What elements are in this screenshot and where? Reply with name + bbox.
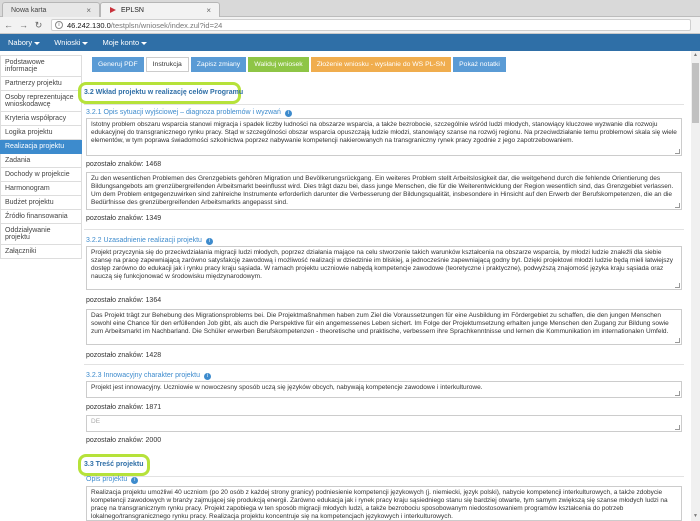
- subsection-title-text: 3.2.3 Innowacyjny charakter projektu: [86, 372, 201, 379]
- resize-grip-icon[interactable]: [675, 391, 680, 396]
- sidebar-item-oddzialywanie[interactable]: Oddziaływanie projektu: [0, 224, 82, 245]
- resize-grip-icon[interactable]: [675, 338, 680, 343]
- subsection-title-text: 3.2.2 Uzasadnienie realizacji projektu: [86, 237, 202, 244]
- section-title-3-2: 3.2 Wkład projektu w realizację celów Pr…: [84, 89, 244, 96]
- textarea-3-2-1-de[interactable]: Zu den wesentlichen Problemen des Grenzg…: [86, 172, 682, 210]
- resize-grip-icon[interactable]: [675, 203, 680, 208]
- sidebar-item-osoby-reprezentujace[interactable]: Osoby reprezentujące wnioskodawcę: [0, 91, 82, 112]
- remaining-chars: pozostało znaków: 1871: [86, 404, 162, 411]
- subsection-title-3-2-1: 3.2.1 Opis sytuacji wyjściowej – diagnoz…: [86, 109, 292, 117]
- divider: [84, 476, 684, 477]
- textarea-3-2-3-de[interactable]: DE: [86, 415, 682, 432]
- remaining-chars: pozostało znaków: 2000: [86, 437, 162, 444]
- caret-down-icon: [82, 41, 89, 45]
- instruction-button[interactable]: Instrukcja: [145, 57, 189, 72]
- browser-tab-new[interactable]: Nowa karta ×: [2, 2, 100, 17]
- textarea-content: Projekt przyczynia się do przeciwdziałan…: [91, 249, 674, 280]
- divider: [84, 229, 684, 230]
- subsection-title-3-2-3: 3.2.3 Innowacyjny charakter projektu i: [86, 372, 212, 380]
- close-icon[interactable]: ×: [206, 6, 211, 15]
- info-icon[interactable]: i: [55, 21, 63, 29]
- tab-label: EPLSN: [121, 6, 144, 14]
- forward-icon[interactable]: →: [17, 20, 30, 30]
- section-title-3-3: 3.3 Treść projektu: [84, 461, 144, 468]
- menu-label: Moje konto: [102, 38, 140, 47]
- textarea-content: Zu den wesentlichen Problemen des Grenzg…: [91, 175, 674, 206]
- validate-button[interactable]: Waliduj wniosek: [248, 57, 309, 72]
- divider: [84, 104, 684, 105]
- caret-down-icon: [34, 41, 41, 45]
- menu-label: Nabory: [8, 38, 33, 47]
- url-host: 46.242.130.0: [67, 20, 111, 30]
- menu-label: Wnioski: [54, 38, 81, 47]
- show-notes-button[interactable]: Pokaż notatki: [453, 57, 506, 72]
- scroll-up-icon[interactable]: ▲: [691, 51, 700, 60]
- textarea-3-2-3-pl[interactable]: Projekt jest innowacyjny. Uczniowie w no…: [86, 381, 682, 398]
- browser-addressbar: ← → ↻ i 46.242.130.0/testplsn/wniosek/in…: [0, 17, 700, 34]
- submit-application-button[interactable]: Złożenie wniosku - wysłanie do WS PL-SN: [310, 57, 452, 72]
- textarea-content: Das Projekt trägt zur Behebung des Migra…: [91, 312, 669, 335]
- remaining-chars: pozostało znaków: 1364: [86, 297, 162, 304]
- browser-tab-eplsn[interactable]: EPLSN ×: [100, 2, 220, 17]
- info-icon[interactable]: i: [204, 373, 212, 380]
- textarea-placeholder: DE: [91, 418, 101, 425]
- sidebar-item-zadania[interactable]: Zadania: [0, 154, 82, 168]
- remaining-chars: pozostało znaków: 1349: [86, 215, 162, 222]
- sidebar-item-budzet[interactable]: Budżet projektu: [0, 196, 82, 210]
- favicon-icon: [110, 7, 116, 13]
- browser-tabbar: Nowa karta × EPLSN ×: [0, 0, 700, 17]
- url-input[interactable]: i 46.242.130.0/testplsn/wniosek/index.zu…: [51, 19, 691, 31]
- sidebar-item-partnerzy-projektu[interactable]: Partnerzy projektu: [0, 77, 82, 91]
- info-icon[interactable]: i: [131, 477, 139, 484]
- textarea-content: Realizacja projektu umożliwi 40 uczniom …: [91, 489, 668, 520]
- scroll-down-icon[interactable]: ▼: [691, 512, 700, 521]
- resize-grip-icon[interactable]: [675, 283, 680, 288]
- textarea-3-2-2-pl[interactable]: Projekt przyczynia się do przeciwdziałan…: [86, 246, 682, 290]
- close-icon[interactable]: ×: [86, 6, 91, 15]
- subsection-title-text: Opis projektu: [86, 476, 128, 483]
- generate-pdf-button[interactable]: Generuj PDF: [92, 57, 144, 72]
- remaining-chars: pozostało znaków: 1428: [86, 352, 162, 359]
- info-icon[interactable]: i: [205, 238, 213, 245]
- save-button[interactable]: Zapisz zmiany: [190, 57, 247, 72]
- resize-grip-icon[interactable]: [675, 149, 680, 154]
- textarea-content: Projekt jest innowacyjny. Uczniowie w no…: [91, 384, 483, 391]
- tab-label: Nowa karta: [11, 6, 47, 14]
- sidebar-item-realizacja-projektu[interactable]: Realizacja projektu: [0, 140, 82, 154]
- url-path: /testplsn/wniosek/index.zul?id=24: [110, 20, 223, 30]
- menu-nabory[interactable]: Nabory: [8, 38, 41, 47]
- menu-moje-konto[interactable]: Moje konto: [102, 38, 148, 47]
- sidebar-item-harmonogram[interactable]: Harmonogram: [0, 182, 82, 196]
- textarea-3-3-pl[interactable]: Realizacja projektu umożliwi 40 uczniom …: [86, 486, 682, 521]
- remaining-chars: pozostało znaków: 1468: [86, 161, 162, 168]
- divider: [84, 364, 684, 365]
- subsection-title-text: 3.2.1 Opis sytuacji wyjściowej – diagnoz…: [86, 109, 281, 116]
- textarea-3-2-1-pl[interactable]: Istotny problem obszaru wsparcia stanowi…: [86, 118, 682, 156]
- sidebar-item-logika-projektu[interactable]: Logika projektu: [0, 126, 82, 140]
- subsection-title-opis: Opis projektu i: [86, 476, 139, 484]
- back-icon[interactable]: ←: [2, 20, 15, 30]
- info-icon[interactable]: i: [284, 110, 292, 117]
- sidebar: Podstawowe informacje Partnerzy projektu…: [0, 55, 82, 259]
- sidebar-item-zalaczniki[interactable]: Załączniki: [0, 245, 82, 259]
- app-navbar: Nabory Wnioski Moje konto: [0, 34, 700, 51]
- sidebar-item-podstawowe-informacje[interactable]: Podstawowe informacje: [0, 55, 82, 77]
- sidebar-item-dochody[interactable]: Dochody w projekcie: [0, 168, 82, 182]
- scrollbar-thumb[interactable]: [692, 63, 699, 123]
- resize-grip-icon[interactable]: [675, 425, 680, 430]
- reload-icon[interactable]: ↻: [32, 20, 45, 31]
- subsection-title-3-2-2: 3.2.2 Uzasadnienie realizacji projektu i: [86, 237, 213, 245]
- textarea-3-2-2-de[interactable]: Das Projekt trägt zur Behebung des Migra…: [86, 309, 682, 345]
- textarea-content: Istotny problem obszaru wsparcia stanowi…: [91, 121, 677, 144]
- sidebar-item-kryteria-wspolpracy[interactable]: Kryteria współpracy: [0, 112, 82, 126]
- caret-down-icon: [141, 41, 148, 45]
- sidebar-item-zrodlo-finansowania[interactable]: Źródło finansowania: [0, 210, 82, 224]
- action-toolbar: Generuj PDF Instrukcja Zapisz zmiany Wal…: [92, 57, 508, 72]
- menu-wnioski[interactable]: Wnioski: [54, 38, 89, 47]
